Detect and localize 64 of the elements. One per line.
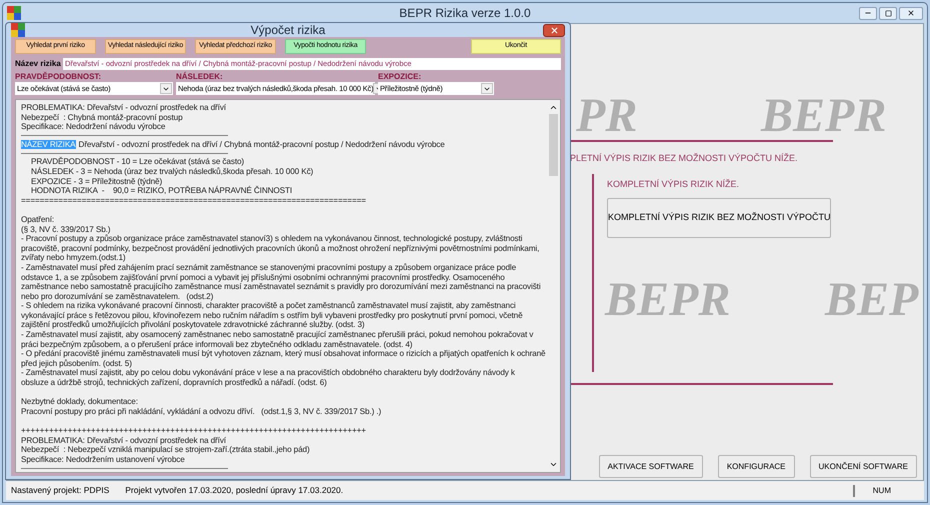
report-line: Nezbytné doklady, dokumentace: — [21, 397, 138, 407]
close-icon — [550, 26, 558, 34]
name-label: Název rizika — [15, 58, 62, 70]
report-line: NÁSLEDEK - 3 = Nehoda (úraz bez trvalých následků,škoda přesah. 10 000 Kč) — [31, 166, 314, 177]
report-line: - Zaměstnavatel musí zajistit, aby osamocený zaměstnanec nebo samostatně pracující zaměstnanec přerušili práci, pokud nemohou pokračovat v — [21, 330, 534, 340]
num-lock-indicator: NUM — [852, 484, 891, 496]
maximize-button[interactable] — [879, 6, 897, 20]
report-line: - Pracovní postupy a způsob organizace práce zaměstnavatel stanoví3) s ohledem na vykonávanou činnost, technologické postupy, zvláštnosti — [21, 234, 522, 244]
status-created: Projekt vytvořen 17.03.2020, poslední úpravy 17.03.2020. — [125, 484, 344, 497]
report-line: ++++++++++++++++++++++++++++++++++++++++++++++++++++++++++++++++++++++++++ — [21, 426, 366, 436]
close-button[interactable] — [899, 6, 923, 20]
report-line: PRAVDĚPODOBNOST - 10 = Lze očekávat (stává se často) — [31, 157, 244, 166]
maximize-icon — [884, 10, 892, 16]
report-line: PROBLEMATIKA: Dřevařství - odvozní prostředek na dříví — [21, 103, 226, 113]
close-icon — [907, 9, 915, 17]
subsection-heading: KOMPLETNÍ VÝPIS RIZIK NÍŽE. — [607, 178, 740, 190]
app-logo-icon — [7, 6, 21, 20]
report-line: (§ 3, NV č. 339/2017 Sb.) — [21, 224, 110, 234]
footer-button[interactable]: UKONČENÍ SOFTWARE — [810, 455, 917, 478]
report-line: PROBLEMATIKA: Dřevařství - odvozní prostředek na dříví — [21, 436, 226, 446]
report-line: Opatření: — [21, 214, 54, 225]
report-line: nebo pro dorozumívání se zaměstnavatelem. (odst.2) — [21, 292, 214, 302]
select-label: PRAVDĚPODOBNOST: — [15, 72, 102, 82]
report-line: EXPOZICE - 3 = Příležitostně (týdně) — [31, 176, 162, 186]
report-text-area[interactable] — [15, 99, 561, 474]
scrollbar-thumb[interactable] — [548, 114, 558, 176]
footer-button[interactable]: AKTIVACE SOFTWARE — [598, 455, 703, 478]
scroll-up-icon — [548, 103, 558, 112]
report-line: - Zaměstnavatel musí před zahájením prací seznámit zaměstnance se stanovenými pracovními postupy a způsobem organizace práce podle — [21, 262, 516, 272]
report-line: Specifikace: Nedodržení návodu výrobce — [21, 122, 166, 132]
close-button[interactable] — [543, 24, 565, 36]
report-line: Nebezpečí : Chybná montáž-pracovní postup — [21, 112, 183, 122]
report-line: odstavce 1, a se způsobem zajišťování první pomoci a vybavit jej příslušnými osobními ochrannými pracovními prostředky. Osamoceného — [21, 272, 505, 282]
status-project: Nastavený projekt: PDPIS — [11, 484, 110, 497]
report-line: - O předání pracoviště jinému zaměstnavateli musí být vyhotoven záznam, který musí obsahovat informace o rizicích a přijatých opatřeních k ochraně — [21, 349, 546, 359]
footer-button[interactable]: KONFIGURACE — [718, 455, 795, 478]
background-logo: BEPR — [761, 92, 886, 140]
dialog-title: Výpočet rizika — [250, 22, 326, 39]
report-title-text: Dřevařství - odvozní prostředek na dříví / Chybná montáž-pracovní postup / Nedodržení návodu výrobce — [78, 140, 445, 150]
report-line: - S ohledem na rizika vykonávané pracovní činnosti, charakter pracoviště a počet zaměstnanců zaměstnavatel musí zajistit, aby zaměstnanci — [21, 301, 516, 311]
background-logo: PR — [576, 92, 638, 140]
report-line: Nebezpečí : Nebezpečí vzniklá manipulací se strojem-zaří.(ztráta stabil.,jeho pád) — [21, 445, 310, 455]
report-line: vykonávající práce s řetězovou pilou, křovinořezem nebo ručním nářadím s ostřím byli vybaveni prostředky pro poskytnutí první pomoci, včetně — [21, 310, 523, 320]
report-line: Specifikace: Nedodržením ustanovení výrobce — [21, 454, 185, 464]
report-line: obsluze a údržbě strojů, technických zařízení, dopravních prostředků a nářadí. (odst. 6) — [21, 378, 327, 388]
report-line: zvířaty nebo hmyzem.(odst.1) — [21, 253, 126, 263]
report-line: zaměstnance nebo samostatně pracujícího zaměstnance musí zaměstnavatel seznámit s pravidly pro dorozumívání mezi zaměstnanci na pracovišti — [21, 282, 541, 292]
select-label: NÁSLEDEK: — [176, 72, 223, 82]
report-line: HODNOTA RIZIKA - 90,0 = RIZIKO, POTŘEBA NÁPRAVNÉ ČINNOSTI — [31, 186, 292, 196]
report-title-label: NÁZEV RIZIKA — [21, 140, 76, 150]
select-label: EXPOZICE: — [378, 72, 422, 82]
report-line: - Zaměstnavatel musí zajistit, aby po celou dobu vykonávání práce v lese a na pracovištích obdobného charakteru byly dodržovány návody k — [21, 368, 515, 378]
app-logo-icon — [11, 23, 25, 37]
report-line: zajištění prostředků umožňujících přivolání poskytovatele zdravotnické záchranné služby. (odst. 3) — [21, 320, 365, 330]
list-button[interactable]: KOMPLETNÍ VÝPIS RIZIK BEZ MOŽNOSTI VÝPOČTU — [607, 198, 831, 238]
report-line: práci bezpečným způsobem, a o přerušení práce informovali bez zbytečného odkladu zaměstnavatele. (odst. 4) — [21, 340, 412, 350]
window-title: BEPR Rizika verze 1.0.0 — [399, 5, 531, 22]
report-line: pracoviště, pracovní podmínky, bezpečnost provádění jednotlivých pracovních úkonů a možnost ohrožení nepříznivými povětrnostními podmínkami, — [21, 244, 540, 254]
report-line: Pracovní postupy pro práci při nakládání, vykládání a odvozu dříví. (odst.1,§ 3, NV č. 339/2017 Sb.) .) — [21, 406, 382, 416]
report-line: před jejich působením. (odst. 5) — [21, 358, 132, 368]
background-logo: BEPR — [605, 276, 730, 324]
report-line: ========================================================================== — [21, 196, 366, 206]
minimize-button[interactable] — [859, 6, 877, 20]
background-logo: BEP — [825, 276, 918, 324]
